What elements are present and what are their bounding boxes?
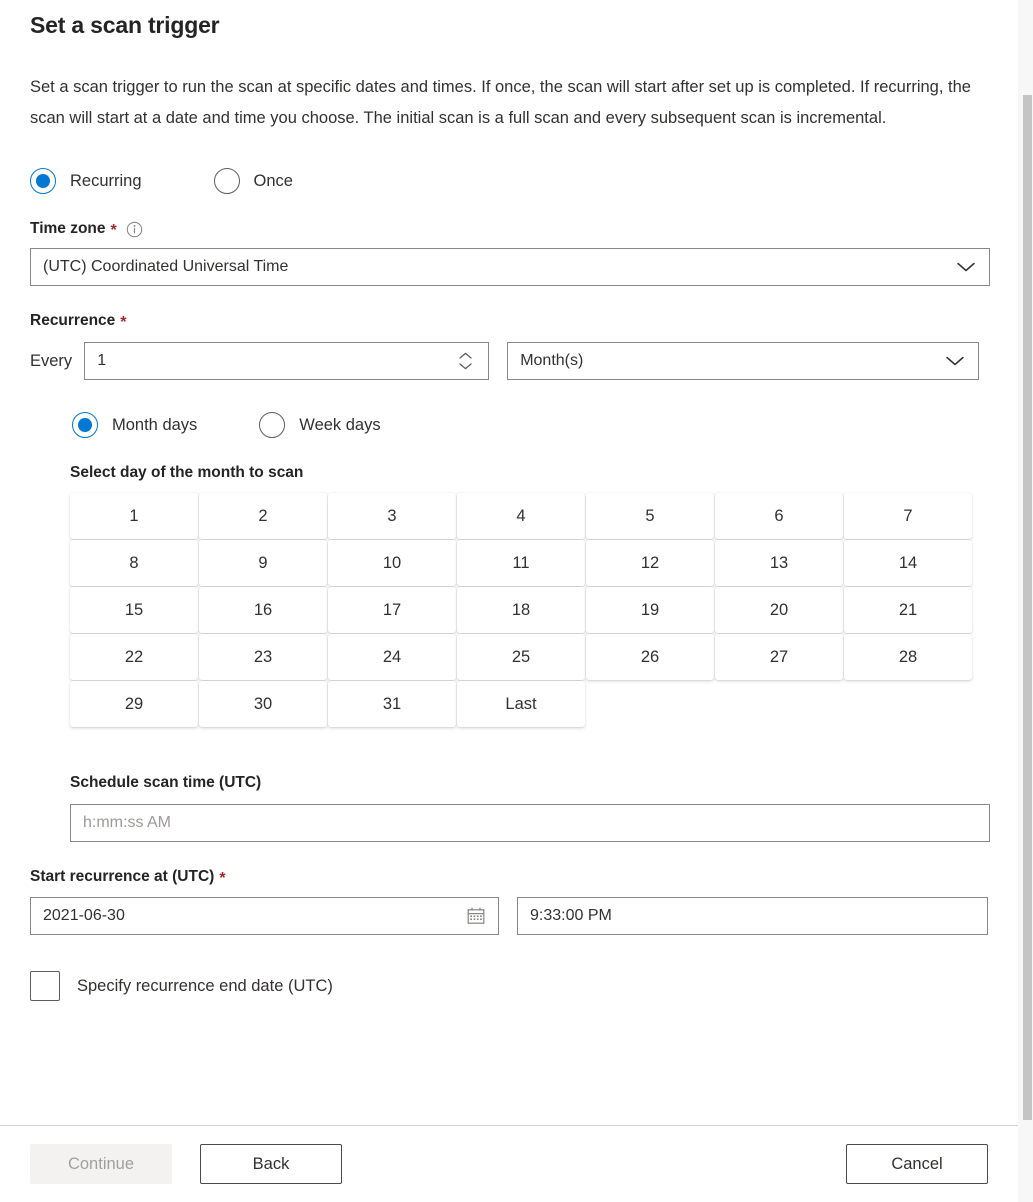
day-cell[interactable]: 30 xyxy=(199,681,327,727)
cancel-button[interactable]: Cancel xyxy=(846,1144,988,1184)
schedule-scan-time-placeholder: h:mm:ss AM xyxy=(83,814,172,831)
day-cell[interactable]: 1 xyxy=(70,493,198,539)
day-cell[interactable]: 22 xyxy=(70,634,198,680)
radio-month-days-label: Month days xyxy=(112,415,198,434)
day-cell[interactable]: Last xyxy=(457,681,585,727)
time-zone-label-text: Time zone xyxy=(30,220,106,237)
day-grid-section: Select day of the month to scan 12345678… xyxy=(30,438,988,727)
day-cell[interactable]: 24 xyxy=(328,634,456,680)
day-grid-caption: Select day of the month to scan xyxy=(70,464,304,481)
day-cell[interactable]: 23 xyxy=(199,634,327,680)
day-cell[interactable]: 6 xyxy=(715,493,843,539)
schedule-scan-time-section: Schedule scan time (UTC) h:mm:ss AM xyxy=(30,727,990,842)
vertical-scrollbar-thumb[interactable] xyxy=(1023,95,1032,1120)
page-title: Set a scan trigger xyxy=(30,12,220,38)
day-cell[interactable]: 14 xyxy=(844,540,972,586)
start-time-value: 9:33:00 PM xyxy=(530,907,612,924)
day-cell[interactable]: 21 xyxy=(844,587,972,633)
day-cell[interactable]: 29 xyxy=(70,681,198,727)
day-cell[interactable]: 10 xyxy=(328,540,456,586)
every-label: Every xyxy=(30,351,73,370)
radio-once-label: Once xyxy=(253,171,293,190)
specify-end-date-label: Specify recurrence end date (UTC) xyxy=(77,976,333,995)
panel-content: Set a scan trigger Set a scan trigger to… xyxy=(0,0,1018,1001)
info-circle-icon[interactable] xyxy=(126,221,143,238)
radio-recurring-icon[interactable] xyxy=(30,168,56,194)
day-cell[interactable]: 4 xyxy=(457,493,585,539)
interval-spinner[interactable] xyxy=(454,351,476,371)
day-cell[interactable]: 25 xyxy=(457,634,585,680)
radio-week-days-label: Week days xyxy=(299,415,381,434)
day-cell[interactable]: 26 xyxy=(586,634,714,680)
time-zone-label: Time zone * xyxy=(30,194,988,239)
time-zone-required-marker: * xyxy=(110,222,117,239)
scan-trigger-panel: Set a scan trigger Set a scan trigger to… xyxy=(0,0,1033,1202)
chevron-down-icon[interactable] xyxy=(944,354,966,368)
chevron-up-icon[interactable] xyxy=(457,351,474,361)
schedule-scan-time-label: Schedule scan time (UTC) xyxy=(70,774,262,791)
start-recurrence-row: 2021-06-30 9:33:00 PM xyxy=(30,886,988,935)
day-cell[interactable]: 3 xyxy=(328,493,456,539)
radio-month-days-icon[interactable] xyxy=(72,412,98,438)
radio-option-recurring[interactable]: Recurring xyxy=(30,168,142,194)
start-time-input[interactable]: 9:33:00 PM xyxy=(517,897,988,935)
recurrence-required-marker: * xyxy=(120,314,127,331)
day-cell[interactable]: 2 xyxy=(199,493,327,539)
time-zone-field-row: (UTC) Coordinated Universal Time xyxy=(30,238,990,286)
day-cell[interactable]: 7 xyxy=(844,493,972,539)
day-cell[interactable]: 8 xyxy=(70,540,198,586)
day-cell[interactable]: 5 xyxy=(586,493,714,539)
day-cell[interactable]: 31 xyxy=(328,681,456,727)
day-cell[interactable]: 9 xyxy=(199,540,327,586)
radio-option-month-days[interactable]: Month days xyxy=(72,412,197,438)
recurrence-label: Recurrence * xyxy=(30,286,988,331)
interval-unit-value: Month(s) xyxy=(520,352,584,369)
chevron-down-icon[interactable] xyxy=(457,361,474,371)
start-recurrence-required-marker: * xyxy=(219,870,226,887)
day-mode-radio-group: Month days Week days xyxy=(30,380,988,438)
day-cell[interactable]: 28 xyxy=(844,634,972,680)
interval-unit-select[interactable]: Month(s) xyxy=(507,342,980,380)
panel-footer: Continue Back Cancel xyxy=(0,1126,1018,1202)
radio-option-week-days[interactable]: Week days xyxy=(259,412,381,438)
day-cell[interactable]: 19 xyxy=(586,587,714,633)
day-cell[interactable]: 13 xyxy=(715,540,843,586)
day-cell[interactable]: 20 xyxy=(715,587,843,633)
day-cell[interactable]: 17 xyxy=(328,587,456,633)
day-cell[interactable]: 15 xyxy=(70,587,198,633)
calendar-icon[interactable] xyxy=(466,906,486,926)
start-recurrence-label-text: Start recurrence at (UTC) xyxy=(30,868,215,885)
page-description: Set a scan trigger to run the scan at sp… xyxy=(30,78,971,127)
day-cell[interactable]: 16 xyxy=(199,587,327,633)
interval-number-input[interactable]: 1 xyxy=(84,342,490,380)
day-cell[interactable]: 18 xyxy=(457,587,585,633)
recurrence-label-text: Recurrence xyxy=(30,312,116,329)
radio-recurring-label: Recurring xyxy=(70,171,142,190)
panel-scroll-area: Set a scan trigger Set a scan trigger to… xyxy=(0,0,1018,1125)
specify-end-date-checkbox[interactable] xyxy=(30,971,60,1001)
start-date-value: 2021-06-30 xyxy=(43,907,125,924)
schedule-scan-time-input[interactable]: h:mm:ss AM xyxy=(70,804,990,842)
start-recurrence-label: Start recurrence at (UTC) * xyxy=(30,842,988,887)
chevron-down-icon[interactable] xyxy=(955,260,977,274)
start-date-input[interactable]: 2021-06-30 xyxy=(30,897,499,935)
vertical-scrollbar-track[interactable] xyxy=(1018,0,1033,1202)
day-cell[interactable]: 12 xyxy=(586,540,714,586)
back-button[interactable]: Back xyxy=(200,1144,342,1184)
radio-week-days-icon[interactable] xyxy=(259,412,286,438)
day-cell[interactable]: 27 xyxy=(715,634,843,680)
time-zone-select[interactable]: (UTC) Coordinated Universal Time xyxy=(30,248,990,286)
trigger-mode-radio-group: Recurring Once xyxy=(30,134,988,194)
radio-option-once[interactable]: Once xyxy=(213,168,293,194)
interval-value: 1 xyxy=(97,352,107,369)
day-grid: 1 2 3 4 5 6 7 8 9 10 11 12 13 14 15 16 17 18 19 20 21 22 23 24 2… xyxy=(70,482,988,727)
day-cell[interactable]: 11 xyxy=(457,540,585,586)
specify-end-date-checkbox-row[interactable]: Specify recurrence end date (UTC) xyxy=(30,935,988,1001)
continue-button[interactable]: Continue xyxy=(30,1144,172,1184)
radio-once-icon[interactable] xyxy=(213,168,240,194)
recurrence-interval-row: Every 1 Month(s) xyxy=(30,330,988,380)
time-zone-value: (UTC) Coordinated Universal Time xyxy=(43,258,289,275)
